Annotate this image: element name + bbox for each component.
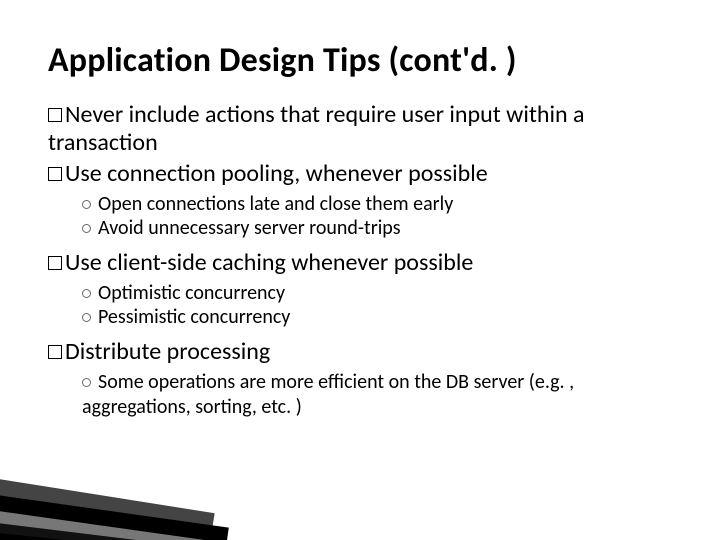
ring-bullet-icon	[82, 313, 91, 322]
square-bullet-icon	[48, 345, 62, 359]
sub-bullet: Some operations are more efficient on th…	[82, 370, 672, 419]
bullet-text: Use connection pooling, whenever possibl…	[65, 159, 488, 188]
decor-bar	[0, 528, 270, 540]
sub-bullet-text: Optimistic concurrency	[98, 281, 285, 305]
sub-bullet-text: Pessimistic concurrency	[98, 305, 290, 329]
sub-group-cache: Optimistic concurrency Pessimistic concu…	[82, 281, 672, 330]
bullet-text: Never include actions that require user …	[48, 100, 585, 157]
slide: Application Design Tips (cont'd. ) Never…	[0, 0, 720, 540]
sub-bullet: Pessimistic concurrency	[82, 305, 672, 329]
bullet-distribute: Distribute processing	[48, 338, 672, 366]
sub-bullet-text: Some operations are more efficient on th…	[82, 370, 574, 418]
decor-bar	[0, 506, 240, 540]
bullet-never: Never include actions that require user …	[48, 101, 672, 158]
ring-bullet-icon	[82, 200, 91, 209]
decor-bar	[0, 474, 215, 535]
sub-bullet: Open connections late and close them ear…	[82, 192, 672, 216]
bullet-client-cache: Use client-side caching whenever possibl…	[48, 249, 672, 277]
sub-group-pooling: Open connections late and close them ear…	[82, 192, 672, 241]
square-bullet-icon	[48, 167, 62, 181]
square-bullet-icon	[48, 108, 62, 122]
bullet-use-pooling: Use connection pooling, whenever possibl…	[48, 160, 672, 188]
sub-bullet-text: Open connections late and close them ear…	[98, 192, 453, 216]
decor-bar	[0, 490, 229, 540]
bullet-text: Use client-side caching whenever possibl…	[65, 248, 473, 277]
decor-bar	[0, 518, 255, 540]
slide-title: Application Design Tips (cont'd. )	[48, 40, 672, 81]
corner-decoration	[0, 430, 250, 540]
ring-bullet-icon	[82, 289, 91, 298]
sub-bullet: Avoid unnecessary server round-trips	[82, 216, 672, 240]
ring-bullet-icon	[82, 224, 91, 233]
sub-bullet: Optimistic concurrency	[82, 281, 672, 305]
bullet-text: Distribute processing	[65, 337, 270, 366]
sub-bullet-text: Avoid unnecessary server round-trips	[98, 216, 401, 240]
sub-group-distribute: Some operations are more efficient on th…	[82, 370, 672, 419]
square-bullet-icon	[48, 256, 62, 270]
ring-bullet-icon	[82, 378, 91, 387]
